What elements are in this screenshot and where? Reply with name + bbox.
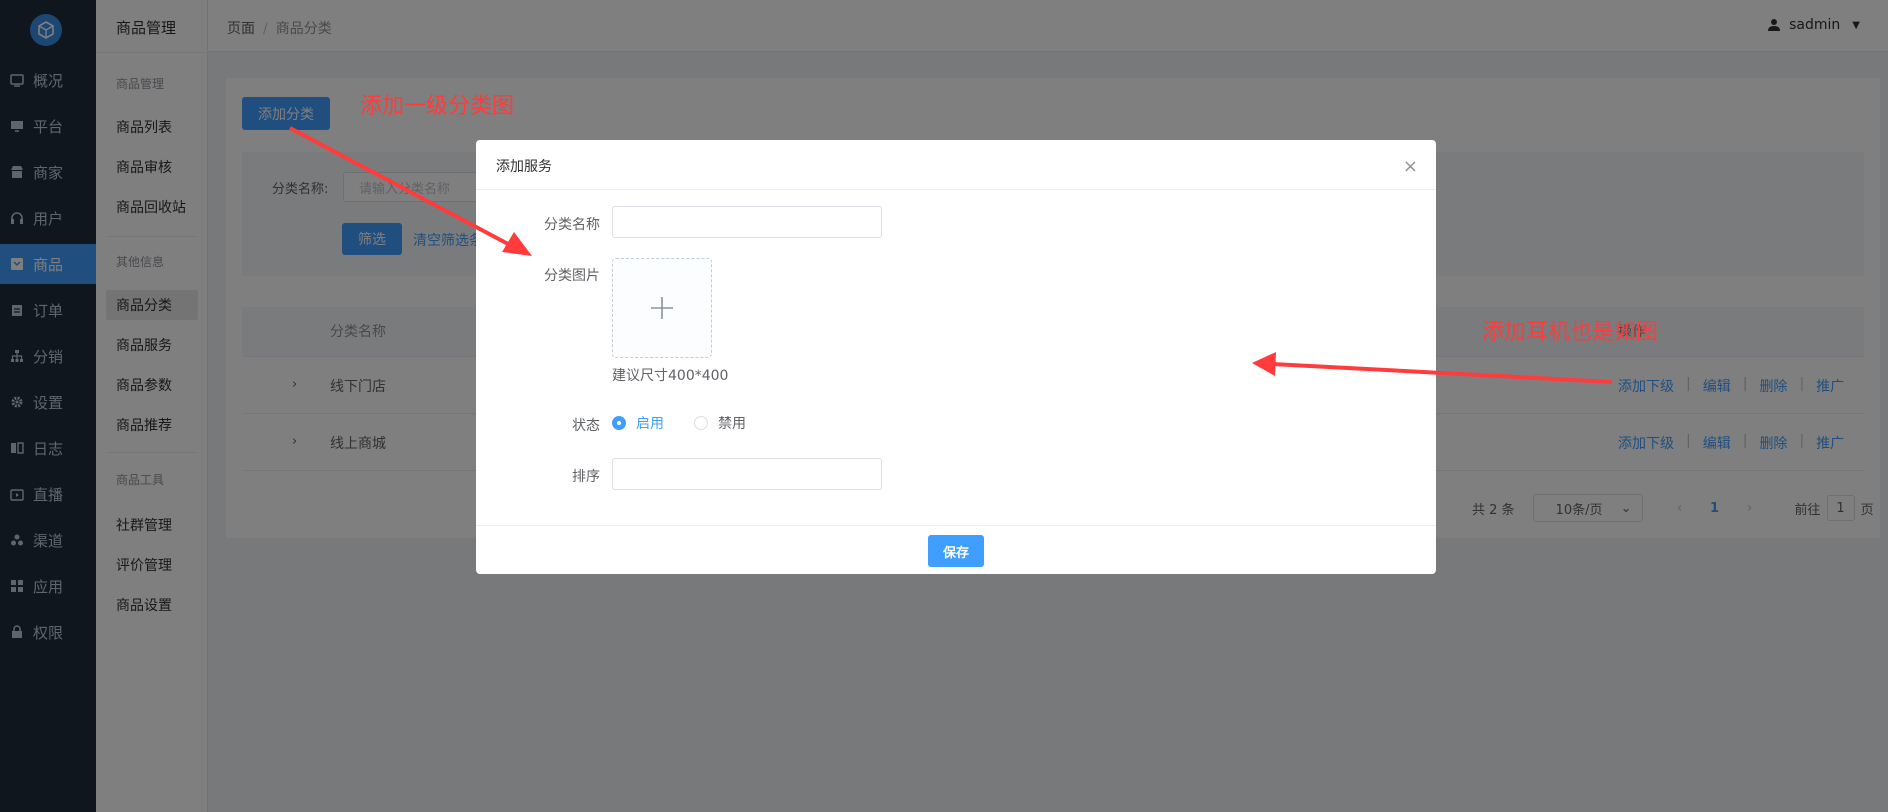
status-disabled-radio[interactable]: 禁用 (694, 413, 746, 433)
plus-icon (651, 297, 673, 319)
add-service-dialog: 添加服务 × 分类名称 分类图片 建议尺寸400*400 状态 启用 禁用 排序… (476, 140, 1436, 574)
image-uploader[interactable] (612, 258, 712, 358)
radio-dot (612, 416, 626, 430)
status-label: 状态 (572, 418, 600, 434)
status-enabled-radio[interactable]: 启用 (612, 413, 664, 433)
dialog-title: 添加服务 (496, 159, 552, 175)
name-label: 分类名称 (544, 217, 600, 233)
sort-label: 排序 (572, 469, 600, 485)
divider (476, 189, 1436, 190)
annotation-right: 添加耳机也是如图 (1482, 320, 1659, 345)
sort-input[interactable] (612, 458, 882, 490)
radio-dot (694, 416, 708, 430)
close-icon[interactable]: × (1403, 158, 1418, 176)
category-name-input[interactable] (612, 206, 882, 238)
radio-label: 禁用 (718, 416, 746, 432)
save-button[interactable]: 保存 (928, 535, 984, 567)
radio-label: 启用 (636, 416, 664, 432)
image-label: 分类图片 (544, 268, 600, 284)
size-hint: 建议尺寸400*400 (612, 368, 729, 384)
annotation-top: 添加一级分类图 (360, 94, 515, 119)
divider (476, 525, 1436, 526)
